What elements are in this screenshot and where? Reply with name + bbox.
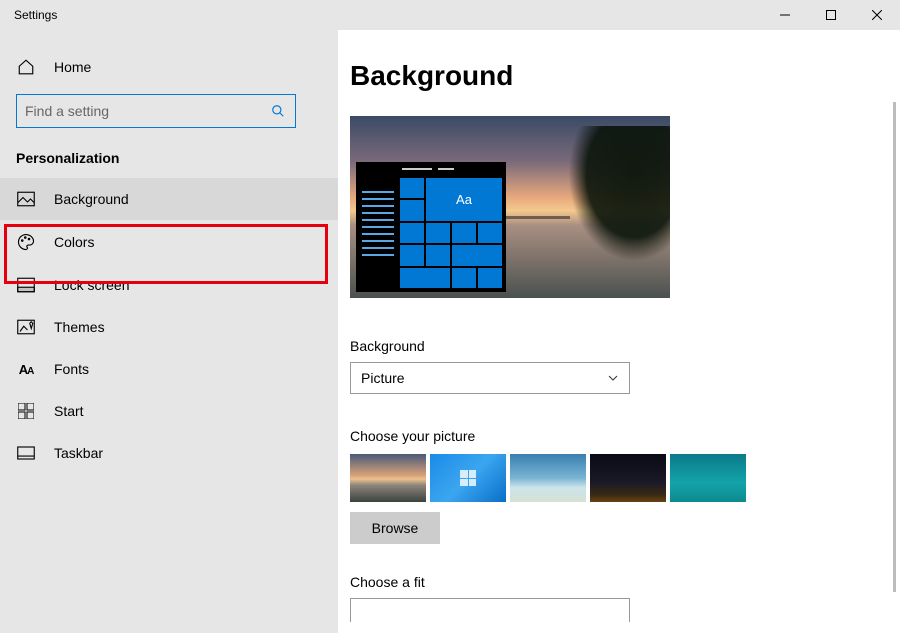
sidebar-item-start[interactable]: Start [0, 390, 338, 432]
picture-thumb-5[interactable] [670, 454, 746, 502]
window-title: Settings [14, 8, 762, 22]
sidebar-item-label: Taskbar [54, 445, 103, 461]
sidebar-item-label: Fonts [54, 361, 89, 377]
sidebar-item-fonts[interactable]: AA Fonts [0, 348, 338, 390]
sidebar: Home Personalization Background Colors [0, 30, 338, 633]
picture-icon [16, 191, 36, 207]
fonts-icon: AA [16, 362, 36, 377]
sidebar-item-label: Background [54, 191, 129, 207]
titlebar: Settings [0, 0, 900, 30]
sidebar-item-themes[interactable]: Themes [0, 306, 338, 348]
picture-thumb-4[interactable] [590, 454, 666, 502]
home-icon [16, 58, 36, 76]
preview-desktop-overlay: Aa [356, 162, 506, 292]
preview-sample-text: Aa [426, 178, 502, 221]
background-type-label: Background [350, 338, 900, 354]
minimize-button[interactable] [762, 0, 808, 30]
lockscreen-icon [16, 277, 36, 293]
choose-picture-label: Choose your picture [350, 428, 900, 444]
close-button[interactable] [854, 0, 900, 30]
background-preview: Aa [350, 116, 670, 298]
window-controls [762, 0, 900, 30]
home-label: Home [54, 59, 91, 75]
sidebar-item-colors[interactable]: Colors [0, 220, 338, 264]
sidebar-item-label: Colors [54, 234, 94, 250]
background-type-dropdown[interactable]: Picture [350, 362, 630, 394]
chevron-down-icon [607, 372, 619, 384]
search-box[interactable] [16, 94, 296, 128]
picture-thumb-2[interactable] [430, 454, 506, 502]
sidebar-item-label: Lock screen [54, 277, 129, 293]
dropdown-value: Picture [361, 370, 405, 386]
maximize-button[interactable] [808, 0, 854, 30]
main-content: Background Aa [338, 30, 900, 633]
taskbar-icon [16, 446, 36, 460]
home-nav[interactable]: Home [0, 48, 338, 86]
picture-thumbnails [350, 454, 900, 502]
fit-dropdown[interactable] [350, 598, 630, 622]
picture-thumb-3[interactable] [510, 454, 586, 502]
scrollbar[interactable] [893, 102, 896, 592]
sidebar-item-background[interactable]: Background [0, 178, 338, 220]
search-icon [271, 104, 287, 118]
page-title: Background [350, 60, 900, 92]
search-input[interactable] [25, 103, 271, 119]
sidebar-item-label: Start [54, 403, 84, 419]
start-icon [16, 403, 36, 419]
browse-button[interactable]: Browse [350, 512, 440, 544]
category-title: Personalization [0, 144, 338, 178]
themes-icon [16, 319, 36, 335]
choose-fit-label: Choose a fit [350, 574, 900, 590]
sidebar-item-lockscreen[interactable]: Lock screen [0, 264, 338, 306]
picture-thumb-1[interactable] [350, 454, 426, 502]
palette-icon [16, 233, 36, 251]
sidebar-item-taskbar[interactable]: Taskbar [0, 432, 338, 474]
sidebar-item-label: Themes [54, 319, 105, 335]
